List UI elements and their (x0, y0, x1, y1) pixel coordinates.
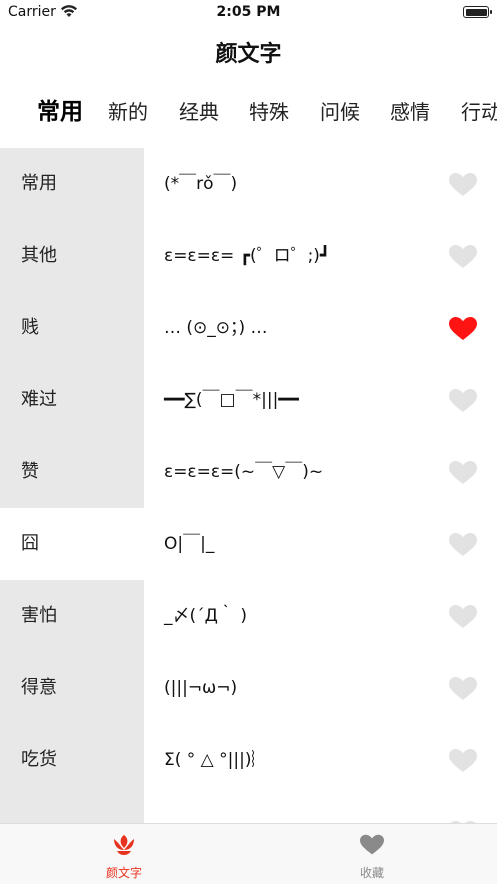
clock: 2:05 PM (216, 4, 281, 20)
heart-icon[interactable] (449, 317, 477, 341)
emoticon-list[interactable]: 常用 (*￣rǒ￣) 其他 ε=ε=ε= ┏(゜ロ゜;)┛ 贱 … (⊙_⊙；)… (0, 148, 497, 823)
tab-special[interactable]: 特殊 (249, 96, 289, 125)
emoticon-text[interactable]: (*￣rǒ￣) (164, 148, 237, 220)
emoticon-text[interactable]: ε=ε=ε= ┏(゜ロ゜;)┛ (164, 220, 330, 292)
emoticon-text[interactable]: O|￣|_ (164, 508, 214, 580)
list-item[interactable]: 难过 ━━∑(￣□￣*|||━━ (0, 364, 497, 436)
heart-icon[interactable] (449, 461, 477, 485)
status-bar: Carrier 2:05 PM (0, 0, 497, 26)
emoticon-text[interactable]: Σ( ° △ °|||)︴ (164, 724, 268, 796)
heart-icon[interactable] (449, 245, 477, 269)
tab-emotion[interactable]: 感情 (390, 96, 430, 125)
heart-icon[interactable] (449, 605, 477, 629)
emoticon-text[interactable]: ━━∑(￣□￣*|||━━ (164, 364, 299, 436)
category-tabs: 常用 新的 经典 特殊 问候 感情 行动 (0, 92, 497, 132)
tab-action[interactable]: 行动 (461, 96, 497, 125)
emoticon-text[interactable]: _〆(´Д｀ ) (164, 580, 247, 652)
list-item[interactable] (0, 796, 497, 823)
sidebar-item-embarrassed[interactable]: 囧 (0, 508, 144, 580)
sidebar-item-sad[interactable]: 难过 (0, 364, 144, 436)
page-title: 颜文字 (215, 42, 282, 67)
emoticon-text[interactable]: … (⊙_⊙；) … (164, 292, 268, 364)
heart-icon[interactable] (449, 389, 477, 413)
list-item[interactable]: 贱 … (⊙_⊙；) … (0, 292, 497, 364)
tabbar-item-emoticons[interactable]: 颜文字 (0, 824, 248, 884)
sidebar-item-cheeky[interactable]: 贱 (0, 292, 144, 364)
sidebar-item-other[interactable]: 其他 (0, 220, 144, 292)
list-item[interactable]: 害怕 _〆(´Д｀ ) (0, 580, 497, 652)
list-item[interactable]: 赞 ε=ε=ε=(~￣▽￣)~ (0, 436, 497, 508)
tab-classic[interactable]: 经典 (179, 96, 219, 125)
sidebar-item-afraid[interactable]: 害怕 (0, 580, 144, 652)
tab-greeting[interactable]: 问候 (320, 96, 360, 125)
heart-icon[interactable] (449, 677, 477, 701)
list-item[interactable]: 常用 (*￣rǒ￣) (0, 148, 497, 220)
heart-icon[interactable] (449, 749, 477, 773)
battery-icon (463, 6, 492, 18)
list-item[interactable]: 囧 O|￣|_ (0, 508, 497, 580)
bottom-tab-bar: 颜文字 收藏 (0, 823, 497, 884)
heart-icon[interactable] (449, 173, 477, 197)
sidebar-item-more[interactable] (0, 796, 144, 823)
list-item[interactable]: 得意 (|||¬ω¬) (0, 652, 497, 724)
list-item[interactable]: 吃货 Σ( ° △ °|||)︴ (0, 724, 497, 796)
heart-icon (360, 834, 384, 855)
lotus-icon (114, 835, 134, 855)
tabbar-label: 收藏 (359, 866, 384, 880)
tabbar-item-favorites[interactable]: 收藏 (248, 824, 496, 884)
sidebar-item-praise[interactable]: 赞 (0, 436, 144, 508)
sidebar-item-smug[interactable]: 得意 (0, 652, 144, 724)
heart-icon[interactable] (449, 533, 477, 557)
tabbar-label: 颜文字 (105, 866, 142, 880)
tab-new[interactable]: 新的 (108, 96, 148, 125)
sidebar-item-common[interactable]: 常用 (0, 148, 144, 220)
tab-common[interactable]: 常用 (37, 92, 83, 126)
emoticon-text[interactable]: ε=ε=ε=(~￣▽￣)~ (164, 436, 323, 508)
list-item[interactable]: 其他 ε=ε=ε= ┏(゜ロ゜;)┛ (0, 220, 497, 292)
sidebar-item-foodie[interactable]: 吃货 (0, 724, 144, 796)
emoticon-text[interactable]: (|||¬ω¬) (164, 652, 237, 724)
